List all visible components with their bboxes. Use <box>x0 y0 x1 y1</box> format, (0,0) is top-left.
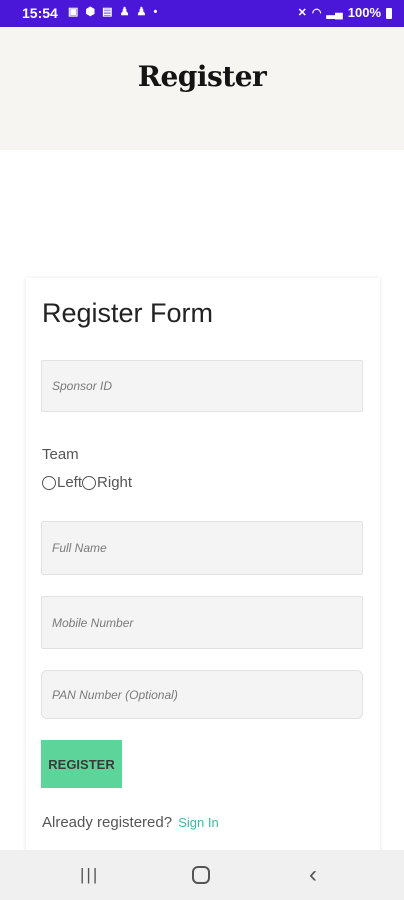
team-right-option[interactable]: Right <box>82 474 132 491</box>
notification-icons: ▣ ⬢ ▤ ♟ ♟ • <box>68 5 159 18</box>
sponsor-id-input[interactable] <box>42 361 362 411</box>
home-icon[interactable] <box>192 866 210 884</box>
sponsor-id-field[interactable] <box>41 360 363 412</box>
mobile-number-input[interactable] <box>42 597 362 648</box>
status-time: 15:54 <box>22 5 58 21</box>
signin-prompt: Already registered? <box>42 814 173 831</box>
team-right-label: Right <box>97 474 133 491</box>
mobile-number-field[interactable] <box>41 596 363 649</box>
back-icon[interactable]: ‹ <box>309 861 317 889</box>
team-left-label: Left <box>57 474 83 491</box>
gallery-icon: ▣ <box>68 6 81 18</box>
navigation-bar: ||| ‹ <box>0 850 404 900</box>
form-title: Register Form <box>42 298 214 328</box>
notification-icon: ▤ <box>102 6 115 18</box>
pan-number-field[interactable] <box>41 670 363 719</box>
team-right-radio[interactable] <box>82 475 97 490</box>
dot-icon: • <box>153 6 160 18</box>
register-button[interactable]: REGISTER <box>41 740 122 788</box>
team-label: Team <box>42 446 79 463</box>
register-form-card: Register Form Team Left Right REGISTER A… <box>26 278 380 878</box>
battery-icon <box>386 8 392 19</box>
mute-icon: ✕ <box>297 7 307 19</box>
team-left-option[interactable]: Left <box>42 474 82 491</box>
recent-apps-icon[interactable]: ||| <box>80 865 99 885</box>
person-icon: ♟ <box>119 6 132 18</box>
page-title: Register <box>137 60 267 93</box>
system-icons: ✕ ◠ ▂▄ 100% <box>298 5 392 20</box>
full-name-input[interactable] <box>42 522 362 574</box>
pan-number-input[interactable] <box>42 671 362 718</box>
header-banner: Register <box>0 27 404 150</box>
status-bar: 15:54 ▣ ⬢ ▤ ♟ ♟ • ✕ ◠ ▂▄ 100% <box>0 0 404 27</box>
signin-link[interactable]: Sign In <box>178 815 218 830</box>
team-radio-group: Left Right <box>42 474 132 491</box>
full-name-field[interactable] <box>41 521 363 575</box>
team-left-radio[interactable] <box>42 475 56 490</box>
battery-level: 100% <box>347 5 381 20</box>
signin-row: Already registered? Sign In <box>42 814 219 831</box>
person-icon: ♟ <box>136 6 149 18</box>
signal-icon: ▂▄ <box>326 7 343 19</box>
wifi-icon: ◠ <box>311 7 322 19</box>
location-icon: ⬢ <box>85 6 98 18</box>
